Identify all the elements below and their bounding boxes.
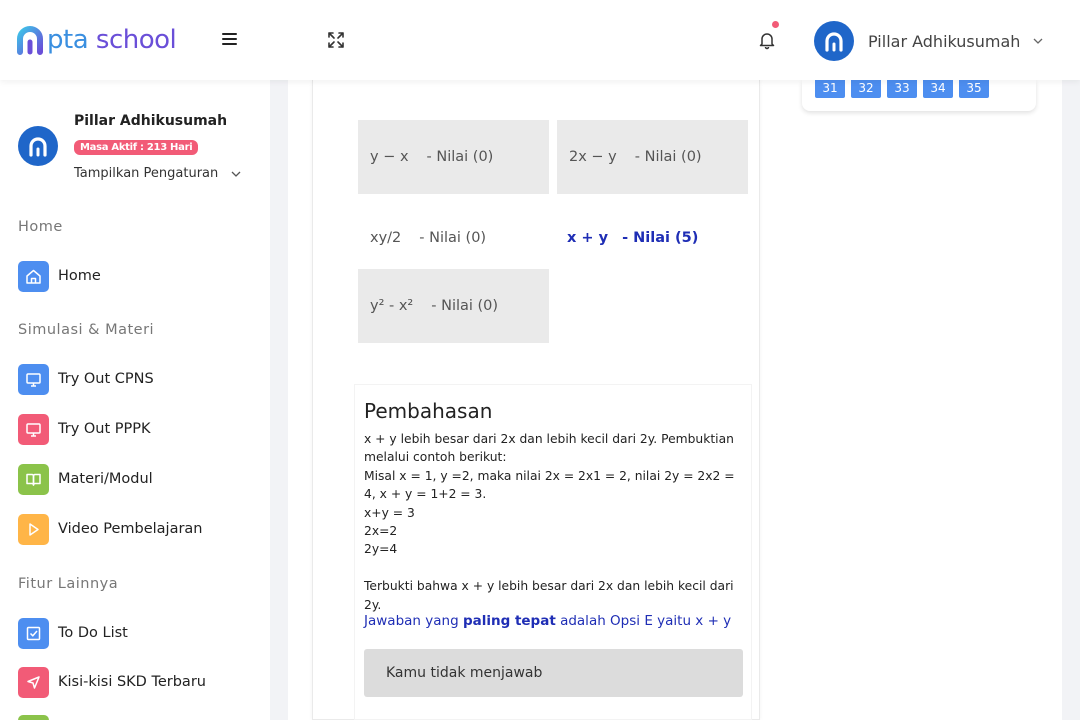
avatar-logo-icon: [29, 137, 47, 157]
menu-item-icon: [18, 714, 49, 720]
status-badge: Masa Aktif : 213 Hari: [74, 140, 199, 155]
play-icon: [18, 513, 49, 545]
sidebar-item-tryout-cpns[interactable]: Try Out CPNS: [18, 363, 154, 395]
book-icon: [18, 463, 49, 495]
question-number-button[interactable]: 33: [887, 80, 917, 98]
menu-toggle-icon[interactable]: [222, 33, 237, 47]
option-expression: 2x − y: [569, 149, 617, 165]
sidebar-item-todo[interactable]: To Do List: [18, 617, 128, 649]
sidebar: Pillar Adhikusumah Masa Aktif : 213 Hari…: [0, 80, 270, 720]
question-nav-column: 31 32 33 34 35: [792, 80, 1062, 720]
section-title-fitur: Fitur Lainnya: [18, 576, 119, 592]
answer-statement: Jawaban yang paling tepat adalah Opsi E …: [364, 613, 731, 629]
sidebar-item-label: Materi/Modul: [58, 471, 153, 487]
option-expression: y² - x²: [370, 298, 414, 314]
option-a[interactable]: y − x - Nilai (0): [358, 120, 549, 194]
option-d[interactable]: y² - x² - Nilai (0): [358, 269, 549, 343]
option-expression: xy/2: [370, 230, 402, 246]
option-score: - Nilai (0): [419, 230, 487, 246]
sidebar-item-home[interactable]: Home: [18, 260, 101, 292]
explanation-title: Pembahasan: [364, 399, 493, 423]
show-settings-label: Tampilkan Pengaturan: [74, 166, 219, 181]
avatar-logo-icon: [825, 32, 843, 52]
question-number-button[interactable]: 32: [851, 80, 881, 98]
app-logo[interactable]: pta school: [15, 22, 177, 58]
home-icon: [18, 260, 49, 292]
sidebar-item-label: Try Out PPPK: [58, 421, 151, 437]
option-score: - Nilai (5): [622, 230, 699, 246]
question-number-card: 31 32 33 34 35: [802, 80, 1036, 111]
question-number-button[interactable]: 35: [959, 80, 989, 98]
option-score: - Nilai (0): [634, 149, 702, 165]
fullscreen-icon[interactable]: [326, 30, 346, 50]
option-expression: x + y: [567, 230, 609, 246]
explanation-body: x + y lebih besar dari 2x dan lebih keci…: [364, 430, 744, 614]
user-menu[interactable]: Pillar Adhikusumah: [814, 21, 1044, 61]
monitor-icon: [18, 413, 49, 445]
option-b[interactable]: 2x − y - Nilai (0): [557, 120, 748, 194]
checkbox-icon: [18, 617, 49, 649]
answer-emphasis: paling tepat: [462, 613, 556, 629]
logo-text-suffix: school: [88, 25, 177, 55]
explanation-line: 2y=4: [364, 542, 398, 557]
option-score: - Nilai (0): [426, 149, 494, 165]
main-content: y − x - Nilai (0) 2x − y - Nilai (0) xy/…: [288, 80, 792, 720]
avatar: [814, 21, 854, 61]
explanation-panel: Pembahasan x + y lebih besar dari 2x dan…: [354, 384, 752, 720]
explanation-line: Misal x = 1, y =2, maka nilai 2x = 2x1 =…: [364, 468, 735, 502]
question-number-button[interactable]: 31: [815, 80, 845, 98]
explanation-line: 2x=2: [364, 524, 398, 539]
sidebar-item-kisi-kisi[interactable]: Kisi-kisi SKD Terbaru: [18, 666, 206, 698]
chevron-down-icon: [1033, 38, 1043, 44]
answer-suffix: adalah Opsi E yaitu x + y: [555, 613, 732, 629]
section-title-home: Home: [18, 219, 63, 235]
option-score: - Nilai (0): [431, 298, 499, 314]
show-settings-toggle[interactable]: Tampilkan Pengaturan: [74, 166, 242, 181]
logo-mark-icon: [17, 26, 43, 55]
option-c[interactable]: xy/2 - Nilai (0): [358, 201, 549, 275]
sidebar-item-label: To Do List: [58, 625, 128, 641]
question-number-button[interactable]: 34: [923, 80, 953, 98]
explanation-line: x+y = 3: [364, 505, 415, 520]
send-icon: [18, 666, 49, 698]
question-card: y − x - Nilai (0) 2x − y - Nilai (0) xy/…: [312, 80, 760, 720]
user-name: Pillar Adhikusumah: [868, 31, 1021, 51]
avatar: [18, 126, 58, 166]
answer-prefix: Jawaban yang: [364, 613, 463, 629]
option-expression: y − x: [370, 149, 409, 165]
sidebar-item-materi-modul[interactable]: Materi/Modul: [18, 463, 153, 495]
notification-bell-icon[interactable]: [757, 30, 777, 50]
explanation-line: Terbukti bahwa x + y lebih besar dari 2x…: [364, 579, 734, 612]
no-answer-notice: Kamu tidak menjawab: [364, 649, 743, 697]
profile-name: Pillar Adhikusumah: [74, 113, 228, 129]
monitor-icon: [18, 363, 49, 395]
sidebar-profile: Pillar Adhikusumah Masa Aktif : 213 Hari…: [18, 110, 258, 190]
notification-dot: [772, 21, 779, 28]
explanation-line: x + y lebih besar dari 2x dan lebih keci…: [364, 432, 734, 465]
sidebar-item-next[interactable]: [18, 714, 58, 720]
sidebar-item-video[interactable]: Video Pembelajaran: [18, 513, 203, 545]
sidebar-item-label: Home: [58, 268, 101, 284]
top-header: pta school Pillar Adhikusumah: [0, 0, 1080, 80]
sidebar-item-label: Video Pembelajaran: [58, 521, 203, 537]
chevron-down-icon: [231, 171, 241, 177]
sidebar-item-label: Try Out CPNS: [58, 371, 154, 387]
option-e-correct[interactable]: x + y - Nilai (5): [557, 201, 748, 275]
sidebar-item-tryout-pppk[interactable]: Try Out PPPK: [18, 413, 151, 445]
logo-text-prefix: pta: [47, 25, 89, 55]
section-title-simulasi: Simulasi & Materi: [18, 322, 155, 338]
explanation-line: [364, 559, 744, 577]
sidebar-item-label: Kisi-kisi SKD Terbaru: [58, 674, 206, 690]
